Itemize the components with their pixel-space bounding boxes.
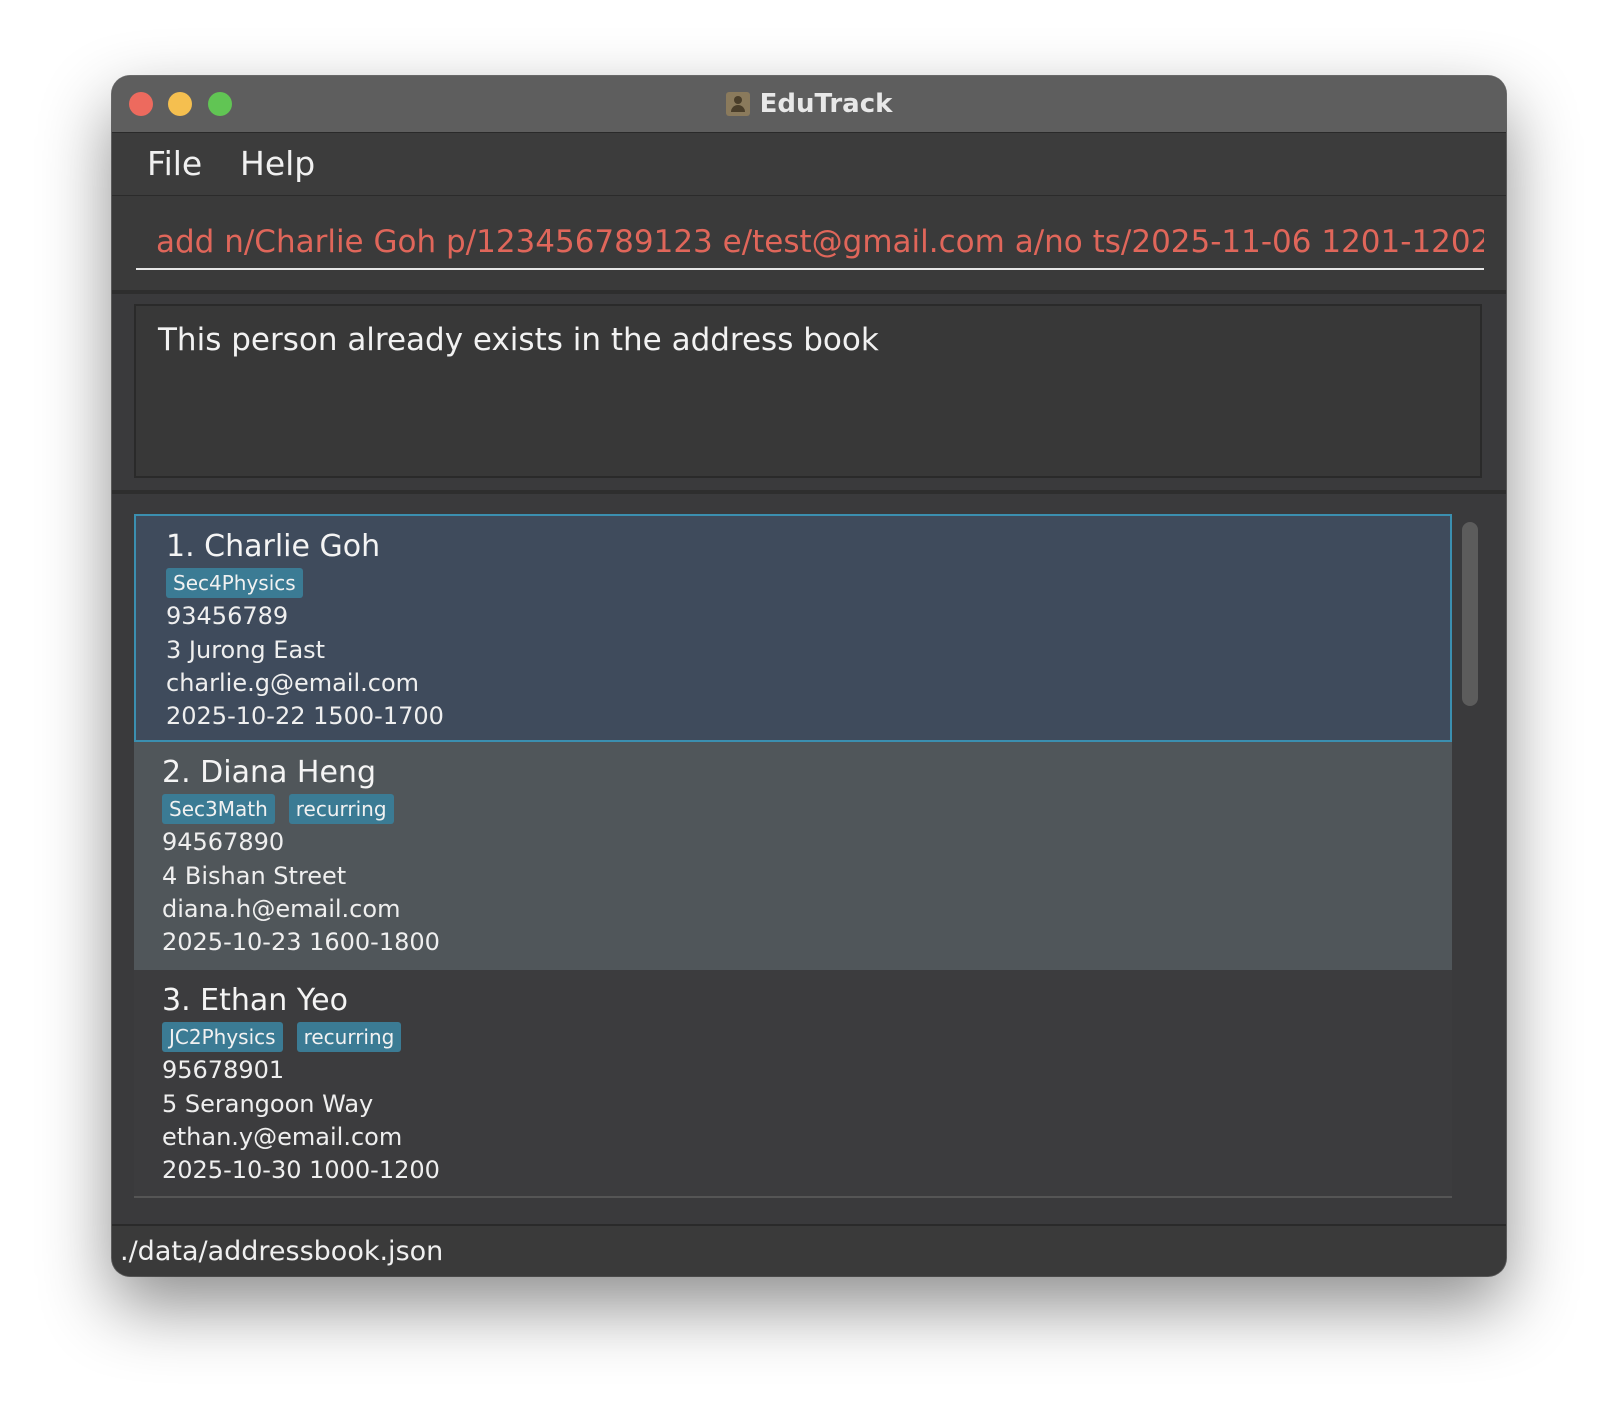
person-email: diana.h@email.com — [162, 895, 401, 923]
person-name: 1. Charlie Goh — [166, 529, 381, 564]
tag-list: JC2Physics recurring — [162, 1022, 402, 1052]
person-card[interactable]: 2. Diana Heng Sec3Math recurring 9456789… — [134, 742, 1452, 970]
result-display: This person already exists in the addres… — [134, 304, 1482, 478]
tag: Sec4Physics — [166, 568, 303, 598]
divider — [112, 490, 1506, 494]
person-list: 1. Charlie Goh Sec4Physics 93456789 3 Ju… — [134, 514, 1452, 1204]
tag: recurring — [296, 1022, 402, 1052]
window-title: EduTrack — [759, 89, 893, 119]
command-box — [112, 196, 1506, 294]
person-card[interactable]: 3. Ethan Yeo JC2Physics recurring 956789… — [134, 970, 1452, 1198]
person-name: 2. Diana Heng — [162, 755, 376, 790]
person-timeslot: 2025-10-22 1500-1700 — [166, 702, 444, 730]
scrollbar-thumb[interactable] — [1462, 522, 1478, 706]
person-phone: 93456789 — [166, 602, 289, 630]
tag-list: Sec4Physics — [166, 568, 303, 598]
person-email: ethan.y@email.com — [162, 1123, 403, 1151]
menu-help[interactable]: Help — [240, 145, 315, 183]
person-phone: 94567890 — [162, 828, 285, 856]
result-message: This person already exists in the addres… — [158, 322, 879, 358]
status-bar: ./data/addressbook.json — [112, 1224, 1506, 1276]
command-input[interactable] — [136, 216, 1484, 270]
list-scrollbar[interactable] — [1458, 514, 1482, 1204]
tag: recurring — [288, 794, 394, 824]
save-location: ./data/addressbook.json — [120, 1236, 444, 1267]
app-window: EduTrack File Help This person already e… — [112, 76, 1506, 1276]
menu-file[interactable]: File — [147, 145, 202, 183]
person-phone: 95678901 — [162, 1056, 285, 1084]
person-timeslot: 2025-10-30 1000-1200 — [162, 1156, 440, 1184]
tag: Sec3Math — [162, 794, 275, 824]
person-card[interactable]: 1. Charlie Goh Sec4Physics 93456789 3 Ju… — [134, 514, 1452, 742]
tag-list: Sec3Math recurring — [162, 794, 394, 824]
menu-bar: File Help — [112, 133, 1506, 196]
person-email: charlie.g@email.com — [166, 669, 420, 697]
tag: JC2Physics — [162, 1022, 283, 1052]
person-timeslot: 2025-10-23 1600-1800 — [162, 928, 440, 956]
person-address: 3 Jurong East — [166, 636, 326, 664]
title-group: EduTrack — [112, 76, 1506, 132]
person-address: 5 Serangoon Way — [162, 1090, 374, 1118]
address-book-icon — [725, 92, 750, 116]
title-bar: EduTrack — [112, 76, 1506, 133]
person-address: 4 Bishan Street — [162, 862, 347, 890]
person-name: 3. Ethan Yeo — [162, 983, 348, 1018]
